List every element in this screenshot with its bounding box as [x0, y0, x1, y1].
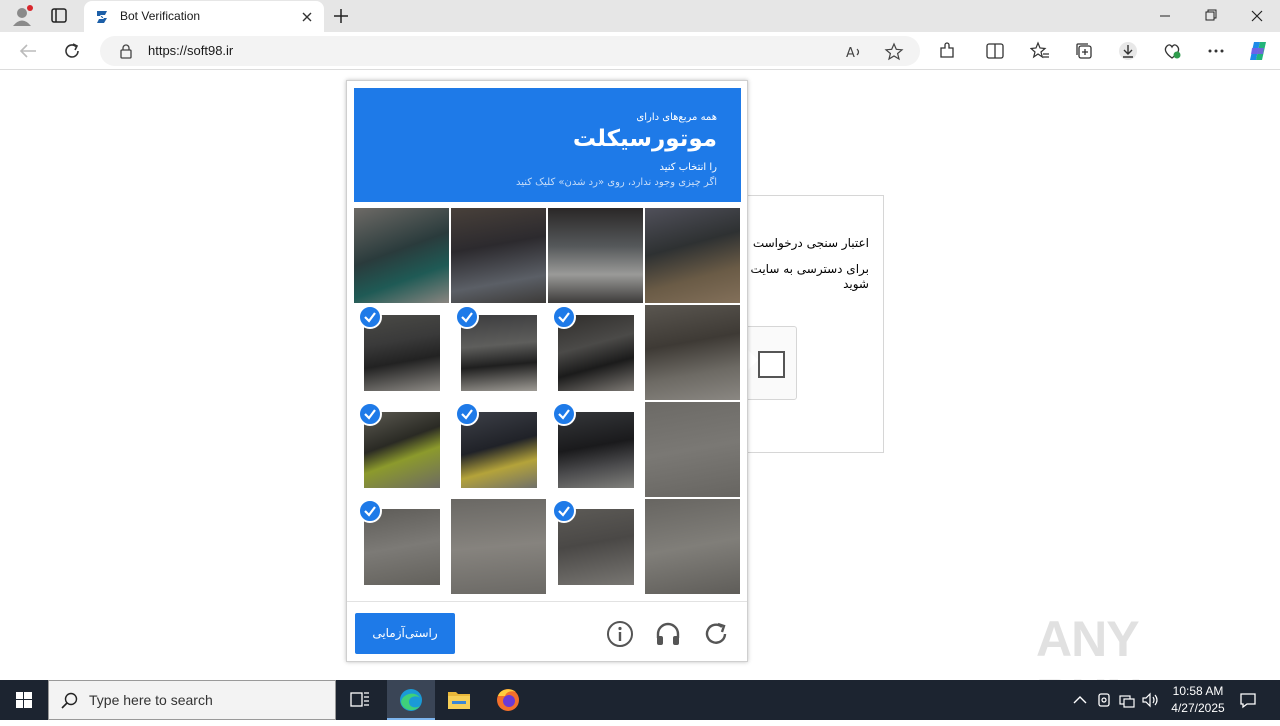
profile-icon[interactable]: [10, 4, 34, 28]
prompt-object: موتورسیکلت: [572, 126, 717, 152]
notifications-icon[interactable]: [1238, 690, 1258, 710]
prompt-line-3: را انتخاب کنید: [659, 162, 717, 173]
captcha-tile[interactable]: [645, 305, 740, 400]
clock-date: 4/27/2025: [1171, 701, 1225, 715]
captcha-tile[interactable]: [354, 208, 449, 303]
split-screen-icon[interactable]: [985, 41, 1005, 61]
captcha-tile[interactable]: [451, 402, 546, 497]
prompt-line-1: همه مربع‌های دارای: [636, 112, 717, 123]
taskbar-clock[interactable]: 10:58 AM 4/27/2025: [1160, 683, 1236, 717]
active-tab[interactable]: Bot Verification: [84, 1, 324, 32]
url-field[interactable]: https://soft98.ir A: [100, 36, 920, 66]
taskbar: Type here to search 10:58 AM 4/27/2025: [0, 680, 1280, 720]
close-tab-icon[interactable]: [298, 8, 316, 26]
back-icon[interactable]: [16, 40, 40, 62]
clock-time: 10:58 AM: [1172, 684, 1224, 698]
edge-taskbar-icon[interactable]: [387, 680, 435, 720]
firefox-icon[interactable]: [484, 680, 532, 720]
captcha-tile-image: [645, 305, 740, 400]
task-view-icon[interactable]: [336, 680, 384, 720]
captcha-challenge: همه مربع‌های دارای موتورسیکلت را انتخاب …: [346, 80, 748, 662]
captcha-tile-image: [645, 499, 740, 594]
volume-icon[interactable]: [1140, 690, 1160, 710]
audio-challenge-icon[interactable]: [653, 619, 683, 649]
captcha-tile[interactable]: [548, 305, 643, 400]
favorites-icon[interactable]: [1029, 41, 1050, 61]
favorite-star-icon[interactable]: [884, 42, 904, 62]
captcha-tile-image: [645, 208, 740, 303]
selected-checkmark-icon: [455, 305, 479, 329]
selected-checkmark-icon: [358, 499, 382, 523]
minimize-icon[interactable]: [1142, 4, 1188, 28]
restore-icon[interactable]: [1188, 4, 1234, 28]
close-window-icon[interactable]: [1234, 4, 1280, 28]
tab-bar: Bot Verification: [0, 0, 1280, 32]
captcha-tile[interactable]: [645, 208, 740, 303]
captcha-tile-image: [645, 402, 740, 497]
captcha-footer: راستی‌آزمایی: [347, 601, 747, 661]
captcha-tile[interactable]: [451, 499, 546, 594]
tab-actions-icon[interactable]: [48, 6, 70, 26]
selected-checkmark-icon: [552, 305, 576, 329]
search-icon: [61, 692, 79, 710]
windows-start-icon[interactable]: [0, 680, 48, 720]
browser-essentials-icon[interactable]: [1162, 41, 1182, 61]
verify-button[interactable]: راستی‌آزمایی: [355, 613, 455, 654]
downloads-icon[interactable]: [1118, 41, 1138, 61]
captcha-tile[interactable]: [354, 402, 449, 497]
address-bar-row: https://soft98.ir A: [0, 32, 1280, 70]
soft98-favicon-icon: [94, 9, 110, 25]
collections-icon[interactable]: [1074, 41, 1094, 61]
taskbar-search[interactable]: Type here to search: [48, 680, 336, 720]
info-icon[interactable]: [605, 619, 635, 649]
selected-checkmark-icon: [552, 499, 576, 523]
network-icon[interactable]: [1117, 690, 1137, 710]
selected-checkmark-icon: [358, 402, 382, 426]
new-tab-icon[interactable]: [330, 5, 352, 27]
captcha-tile[interactable]: [548, 208, 643, 303]
url-text[interactable]: https://soft98.ir: [148, 43, 233, 58]
captcha-tile[interactable]: [645, 499, 740, 594]
extensions-icon[interactable]: [937, 41, 957, 61]
refresh-icon[interactable]: [60, 40, 84, 62]
image-grid: [354, 208, 741, 595]
captcha-tile[interactable]: [548, 402, 643, 497]
show-hidden-icons-icon[interactable]: [1070, 690, 1090, 710]
selected-checkmark-icon: [358, 305, 382, 329]
more-options-icon[interactable]: [1206, 41, 1226, 61]
reload-challenge-icon[interactable]: [701, 619, 731, 649]
tab-title: Bot Verification: [120, 9, 201, 23]
svg-text:A: A: [846, 46, 855, 61]
read-aloud-icon[interactable]: A: [844, 42, 864, 62]
captcha-tile[interactable]: [645, 402, 740, 497]
captcha-tile[interactable]: [451, 208, 546, 303]
prompt-skip-hint: اگر چیزی وجود ندارد، روی «رد شدن» کلیک ک…: [515, 177, 717, 188]
selected-checkmark-icon: [455, 402, 479, 426]
captcha-tile[interactable]: [451, 305, 546, 400]
captcha-tile-image: [548, 208, 643, 303]
anyrun-watermark: ANY RUN: [1036, 606, 1236, 725]
search-placeholder: Type here to search: [89, 692, 213, 708]
copilot-icon[interactable]: [1246, 39, 1270, 63]
human-checkbox[interactable]: [758, 351, 785, 378]
captcha-prompt-header: همه مربع‌های دارای موتورسیکلت را انتخاب …: [354, 88, 741, 202]
captcha-tile-image: [451, 208, 546, 303]
captcha-tile[interactable]: [548, 499, 643, 594]
captcha-tile[interactable]: [354, 499, 449, 594]
captcha-tile-image: [451, 499, 546, 594]
file-explorer-icon[interactable]: [435, 680, 483, 720]
captcha-tile-image: [354, 208, 449, 303]
selected-checkmark-icon: [552, 402, 576, 426]
lock-icon[interactable]: [118, 43, 134, 59]
captcha-tile[interactable]: [354, 305, 449, 400]
captcha-pointer: [748, 350, 758, 370]
device-icon[interactable]: [1094, 690, 1114, 710]
